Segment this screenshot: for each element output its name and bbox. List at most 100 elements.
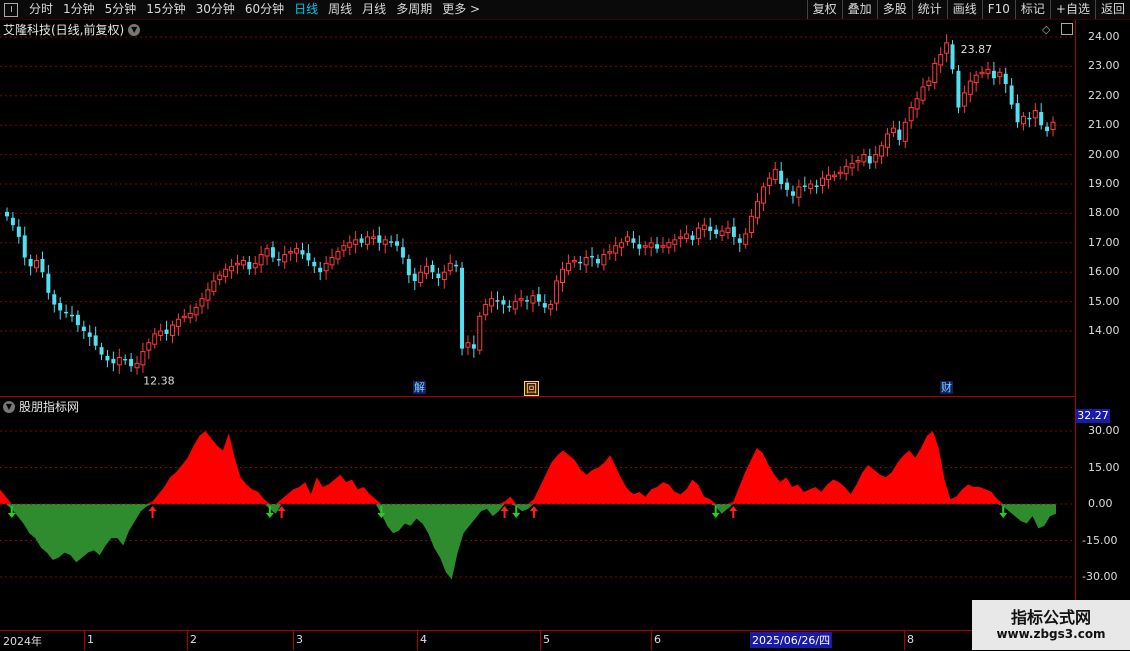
candle-body [1050,121,1056,131]
candle-body [123,358,128,361]
candle-body [979,71,985,75]
indicator-title: 股朋指标网 [19,400,80,414]
candle-body [483,304,489,316]
candle-body [16,226,21,237]
date-axis-label: 8 [907,633,914,646]
candle-body [967,80,973,95]
candle-body [731,226,736,237]
candle-body [64,311,69,314]
date-axis-label: 5 [543,633,550,646]
candle-body [714,229,719,234]
candle-body [116,356,122,366]
price-axis-label: 17.00 [1088,235,1120,249]
candle-body [341,245,347,251]
candle-body [258,254,264,266]
candle-body [601,254,607,266]
candle-body [264,248,270,257]
candle-body [323,262,329,272]
candle-body [837,171,843,175]
candle-body [678,236,684,239]
candle-body [418,271,424,283]
date-axis-label: 6 [654,633,661,646]
candle-body [46,273,51,293]
candle-body [690,235,695,240]
candle-body [430,264,435,273]
candle-body [134,362,140,369]
buy-arrow-icon [148,506,157,518]
candle-body [81,326,86,331]
event-marker-2[interactable]: 财 [940,381,953,394]
price-axis-label: 14.00 [1088,324,1120,337]
candle-body [329,257,335,266]
price-axis-label: 19.00 [1088,177,1120,190]
candle-body [779,170,784,184]
candle-body [58,303,63,311]
candle-body [99,347,104,355]
candle-body [335,251,341,260]
candle-body [796,186,802,198]
candle-body [814,185,819,187]
watermark-title: 指标公式网 [1010,608,1091,627]
candle-body [353,239,359,245]
candle-body [359,238,364,243]
date-tick [293,631,294,650]
candle-body [843,165,849,175]
candle-body [631,238,636,243]
candle-body [199,298,205,307]
candle-body [861,154,867,163]
date-tick [651,631,652,650]
candle-body [926,80,932,87]
price-axis-label: 20.00 [1088,147,1120,161]
event-marker-0[interactable]: 解 [413,381,426,394]
candle-body [395,241,400,246]
candle-body [1003,73,1008,85]
candle-body [660,245,666,248]
candle-body [956,70,961,108]
candle-body [920,86,926,101]
candle-body [205,289,211,301]
candle-body [666,242,672,248]
candle-body [229,265,235,272]
chevron-down-icon[interactable]: ▼ [3,400,15,413]
candle-body [530,295,536,304]
high-price-label: 23.87 [961,43,993,56]
candle-body [590,256,595,258]
candle-body [655,244,660,249]
candle-body [111,358,116,364]
candle-body [997,71,1003,78]
candle-body [34,259,40,269]
candle-body [234,262,240,266]
candle-body [495,300,500,302]
candle-body [270,247,275,258]
chart-canvas[interactable]: 23.87 12.38 [0,0,1075,630]
watermark-url: www.zbgs3.com [996,627,1106,641]
candle-body [613,245,619,254]
candle-body [364,236,370,245]
indicator-axis-label: 30.00 [1088,424,1120,437]
candle-body [447,262,453,272]
candle-body [518,298,524,301]
date-tick [187,631,188,650]
date-axis-label: 4 [420,633,427,646]
candle-body [961,92,967,107]
candle-body [867,156,872,164]
event-marker-1[interactable]: 回 [524,381,539,396]
candle-body [152,333,158,345]
candle-body [743,233,749,245]
low-price-label: 12.38 [143,375,175,388]
candle-body [625,236,631,242]
candle-body [571,259,577,263]
candle-body [158,330,164,336]
toolbar-button-8[interactable]: 返回 [1094,0,1130,19]
candle-body [790,191,795,196]
candle-body [908,107,914,122]
candle-body [755,201,761,219]
indicator-value-box: 32.27 [1076,409,1110,423]
candle-body [175,318,181,328]
candle-body [306,253,311,261]
candle-body [412,273,417,282]
candle-body [808,183,814,189]
candle-body [288,251,294,254]
candle-body [454,264,459,267]
candle-body [708,226,713,232]
